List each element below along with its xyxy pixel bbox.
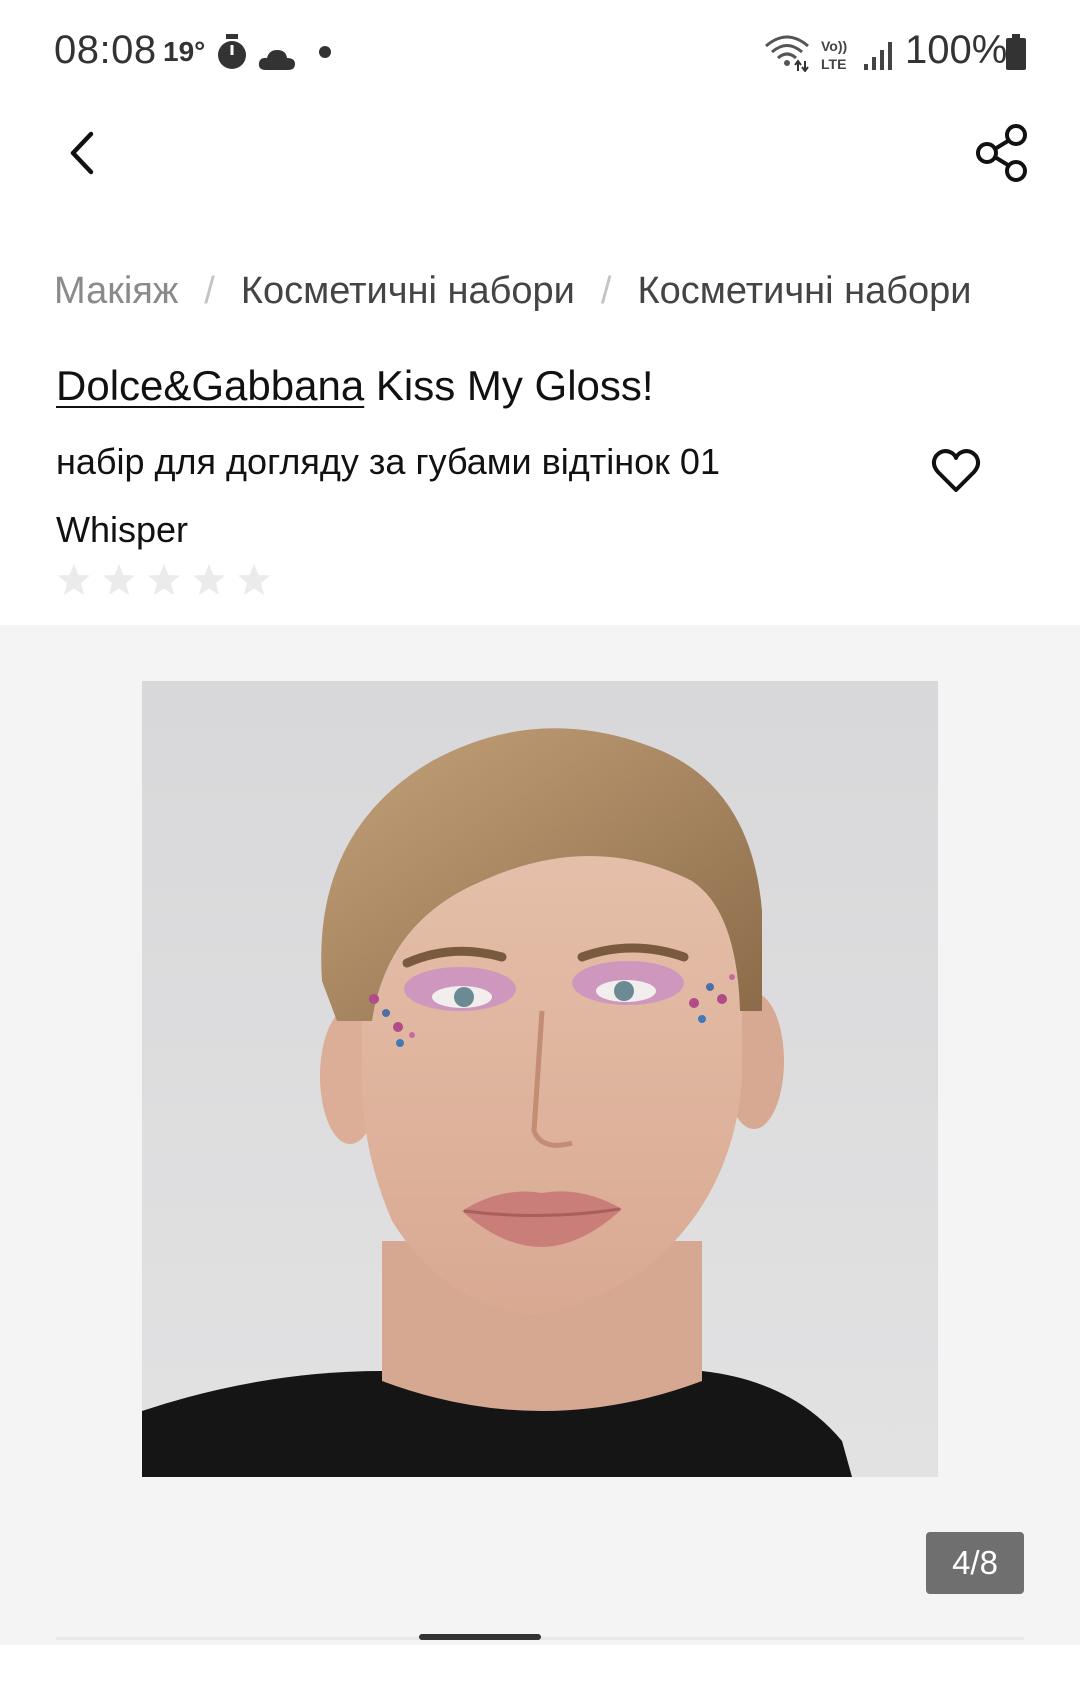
brand-link[interactable]: Dolce&Gabbana (56, 362, 364, 409)
battery-icon (1006, 34, 1026, 70)
star-icon (193, 564, 225, 595)
breadcrumb-item-cosmetic-sets[interactable]: Косметичні набори (241, 270, 575, 313)
notification-dot-icon (319, 46, 331, 58)
product-title: Dolce&Gabbana Kiss My Gloss! (56, 362, 654, 410)
product-subtitle: набір для догляду за губами відтінок 01 … (56, 441, 720, 550)
breadcrumb: Макіяж / Косметичні набори / Косметичні набо… (54, 270, 972, 320)
breadcrumb-separator: / (204, 270, 215, 312)
wifi-icon (765, 35, 809, 72)
product-photo[interactable] (142, 681, 938, 1477)
rating-stars[interactable] (56, 562, 281, 602)
back-button[interactable] (55, 118, 111, 188)
status-bar: 08:08 19° Vo)) LTE 100% (0, 0, 1080, 100)
battery-percentage: 100% (905, 28, 1008, 72)
favorite-button[interactable] (930, 447, 982, 495)
svg-text:LTE: LTE (821, 56, 846, 72)
star-icon (58, 564, 90, 595)
cloud-icon (258, 50, 295, 70)
signal-icon (864, 42, 892, 70)
star-icon (103, 564, 135, 595)
breadcrumb-item-makeup[interactable]: Макіяж (54, 270, 178, 313)
home-indicator[interactable] (419, 1634, 541, 1640)
status-time: 08:08 (54, 28, 157, 72)
status-temperature: 19° (163, 36, 206, 67)
image-counter: 4/8 (926, 1532, 1024, 1594)
heart-outline-icon (931, 449, 981, 492)
product-gallery[interactable]: 4/8 (0, 625, 1080, 1645)
share-button[interactable] (966, 118, 1036, 188)
volte-icon: Vo)) LTE (821, 38, 847, 72)
svg-text:Vo)): Vo)) (821, 38, 847, 54)
star-icon (238, 564, 270, 595)
share-icon (976, 124, 1027, 182)
timer-icon (218, 34, 246, 69)
breadcrumb-item-cosmetic-sets-current[interactable]: Косметичні набори (637, 270, 971, 313)
chevron-left-icon (70, 131, 94, 175)
breadcrumb-separator: / (600, 270, 612, 312)
star-icon (148, 564, 180, 595)
product-name: Kiss My Gloss! (375, 362, 654, 409)
